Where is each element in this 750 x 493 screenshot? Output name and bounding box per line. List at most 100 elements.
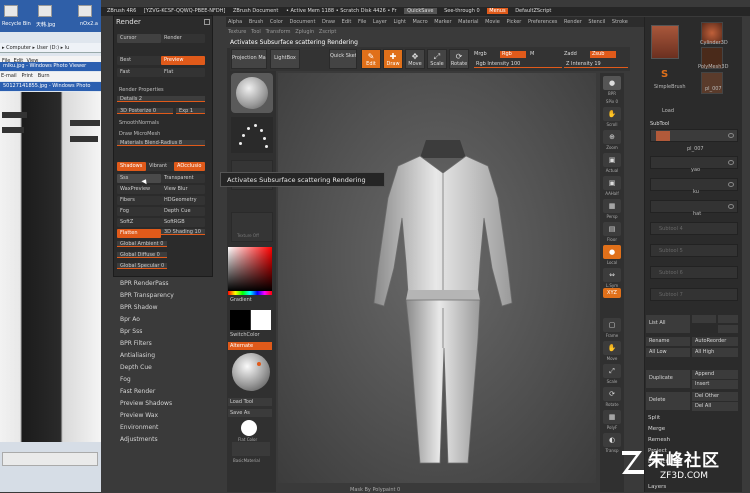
document-canvas[interactable] bbox=[278, 73, 596, 483]
details-slider[interactable]: Details 2 bbox=[117, 96, 205, 102]
subtool-header[interactable]: SubTool bbox=[650, 121, 669, 127]
m-button[interactable]: M bbox=[530, 51, 534, 57]
menu-render[interactable]: Render bbox=[564, 19, 582, 25]
subtool-row-3[interactable]: ku bbox=[650, 178, 738, 195]
menu-layer[interactable]: Layer bbox=[373, 19, 387, 25]
menu-marker[interactable]: Marker bbox=[434, 19, 451, 25]
menu-print[interactable]: Print bbox=[21, 73, 33, 79]
fibers-toggle[interactable]: Fibers bbox=[117, 196, 161, 205]
lightbox-button[interactable]: LightBox bbox=[270, 49, 300, 69]
spix-label[interactable]: SPix 0 bbox=[600, 99, 624, 104]
best-render-button[interactable]: Best bbox=[117, 56, 161, 65]
delete-button[interactable]: Delete bbox=[646, 392, 690, 410]
rotate-view-button[interactable]: ⟳ bbox=[603, 387, 621, 401]
menu-tool[interactable]: Tool bbox=[251, 29, 261, 35]
softrgb-toggle[interactable]: SoftRGB bbox=[161, 218, 205, 227]
menu-file-z[interactable]: File bbox=[358, 19, 366, 25]
menu-stroke[interactable]: Stroke bbox=[612, 19, 628, 25]
floor-button[interactable]: ▤ bbox=[603, 222, 621, 236]
preview-render-button[interactable]: Preview bbox=[161, 56, 205, 65]
zoom-button[interactable]: ⊕ bbox=[603, 130, 621, 144]
default-zscript-button[interactable]: DefaultZScript bbox=[515, 8, 551, 14]
insert-button[interactable]: Insert bbox=[692, 380, 738, 389]
visibility-eye-icon[interactable] bbox=[728, 160, 734, 165]
rename-button[interactable]: Rename bbox=[646, 337, 690, 346]
gradient-label[interactable]: Gradient bbox=[230, 297, 252, 303]
transp-button[interactable]: ◐ bbox=[603, 433, 621, 447]
photo-viewer-title[interactable]: mlku.jpg - Windows Photo Viewer bbox=[0, 62, 101, 71]
xyz-button[interactable]: XYZ bbox=[603, 288, 621, 298]
menu-macro[interactable]: Macro bbox=[413, 19, 428, 25]
menu-stencil[interactable]: Stencil bbox=[588, 19, 605, 25]
adjustments-item[interactable]: Adjustments bbox=[120, 436, 158, 443]
brush-thumbnail[interactable] bbox=[231, 73, 273, 113]
all-high-button[interactable]: All High bbox=[692, 348, 738, 357]
basic-material-thumbnail[interactable] bbox=[232, 442, 270, 456]
draw-micromesh-toggle[interactable]: Draw MicroMesh bbox=[119, 131, 160, 137]
subtool-arrow-up-icon[interactable] bbox=[718, 315, 738, 323]
del-other-button[interactable]: Del Other bbox=[692, 392, 738, 401]
render-cursor-button[interactable]: Cursor bbox=[117, 34, 161, 43]
fog-item[interactable]: Fog bbox=[120, 376, 131, 383]
menu-light[interactable]: Light bbox=[393, 19, 405, 25]
rgb-button[interactable]: Rgb bbox=[500, 51, 526, 58]
persp-button[interactable]: ▦ bbox=[603, 199, 621, 213]
frame-button[interactable]: ▢ bbox=[603, 318, 621, 332]
merge-section[interactable]: Merge bbox=[648, 426, 665, 432]
menu-draw[interactable]: Draw bbox=[322, 19, 335, 25]
global-ambient-slider[interactable]: Global Ambient 0 bbox=[117, 241, 167, 247]
list-all-button[interactable]: List All bbox=[646, 315, 690, 333]
move-mode-button[interactable]: ✥ Move bbox=[405, 49, 425, 69]
subtool-row-4[interactable]: hat bbox=[650, 200, 738, 217]
menu-transform[interactable]: Transform bbox=[266, 29, 291, 35]
subtool-row-6[interactable]: Subtool 5 bbox=[650, 244, 738, 257]
projection-master-button[interactable]: Projection Master bbox=[231, 49, 267, 69]
material-sphere[interactable] bbox=[232, 353, 270, 391]
bpr-filters-item[interactable]: BPR Filters bbox=[120, 340, 152, 347]
antialiasing-item[interactable]: Antialiasing bbox=[120, 352, 155, 359]
subtool-arrow-down-icon[interactable] bbox=[718, 325, 738, 333]
save-as-button[interactable]: Save As bbox=[228, 409, 272, 417]
bpr-sss-item[interactable]: Bpr Sss bbox=[120, 328, 142, 335]
duplicate-button[interactable]: Duplicate bbox=[646, 370, 690, 388]
subtool-row-7[interactable]: Subtool 6 bbox=[650, 266, 738, 279]
depth-cue-toggle[interactable]: Depth Cue bbox=[161, 207, 205, 216]
menu-zplugin[interactable]: Zplugin bbox=[295, 29, 314, 35]
mask-by-polypaint-slider[interactable]: Mask By Polypaint 0 bbox=[350, 487, 400, 493]
smooth-normals-toggle[interactable]: SmoothNormals bbox=[119, 120, 159, 126]
explorer-address-bar[interactable]: ▸ Computer ▸ User (D:) ▸ lu bbox=[0, 43, 101, 53]
shadows-toggle[interactable]: Shadows bbox=[117, 162, 146, 171]
bpr-renderpass-item[interactable]: BPR RenderPass bbox=[120, 280, 168, 287]
depth-cue-item[interactable]: Depth Cue bbox=[120, 364, 152, 371]
load-label[interactable]: Load bbox=[662, 108, 674, 114]
scale-view-button[interactable]: ⤢ bbox=[603, 364, 621, 378]
shading-slider[interactable]: 3D Shading 10 bbox=[161, 229, 205, 235]
visibility-eye-icon[interactable] bbox=[728, 182, 734, 187]
subtool-row-5[interactable]: Subtool 4 bbox=[650, 222, 738, 235]
subtool-up-button[interactable] bbox=[692, 315, 716, 323]
hue-slider[interactable] bbox=[228, 291, 272, 295]
preview-shadows-item[interactable]: Preview Shadows bbox=[120, 400, 172, 407]
photo-viewer-title-2[interactable]: 50127141855.jpg - Windows Photo bbox=[0, 82, 101, 91]
visibility-eye-icon[interactable] bbox=[728, 133, 734, 138]
waxpreview-toggle[interactable]: WaxPreview bbox=[117, 185, 161, 194]
aahalf-button[interactable]: ▣ bbox=[603, 176, 621, 190]
rotate-mode-button[interactable]: ⟳ Rotate bbox=[449, 49, 469, 69]
menu-burn[interactable]: Burn bbox=[38, 73, 50, 79]
fast-render-item[interactable]: Fast Render bbox=[120, 388, 155, 395]
flatten-toggle[interactable]: Flatten bbox=[117, 229, 161, 238]
fog-toggle[interactable]: Fog bbox=[117, 207, 161, 216]
edit-mode-button[interactable]: ✎ Edit bbox=[361, 49, 381, 69]
menu-picker[interactable]: Picker bbox=[506, 19, 521, 25]
bpr-transparency-item[interactable]: BPR Transparency bbox=[120, 292, 174, 299]
quick-sketch-button[interactable]: Quick Sketch bbox=[329, 49, 357, 69]
menu-alpha[interactable]: Alpha bbox=[228, 19, 242, 25]
quicksave-button[interactable]: QuickSave bbox=[404, 8, 437, 14]
remesh-section[interactable]: Remesh bbox=[648, 437, 670, 443]
preview-wax-item[interactable]: Preview Wax bbox=[120, 412, 158, 419]
bpr-shadow-item[interactable]: BPR Shadow bbox=[120, 304, 158, 311]
transparent-toggle[interactable]: Transparent bbox=[161, 174, 205, 183]
texture-thumbnail[interactable]: Texture Off bbox=[231, 212, 273, 242]
vibrant-toggle[interactable]: Vibrant bbox=[146, 162, 174, 171]
materials-blend-radius-slider[interactable]: Materials Blend-Radius 8 bbox=[117, 140, 205, 146]
